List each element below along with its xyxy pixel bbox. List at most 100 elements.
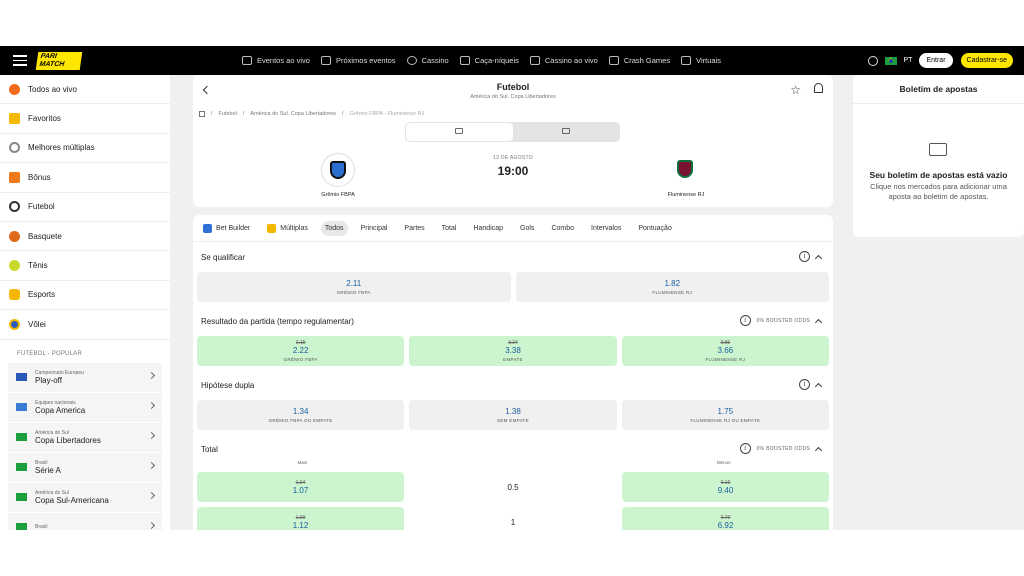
competition-item[interactable]: América do Sul Copa Sul-Americana — [8, 482, 162, 513]
odd-value: 1.82 — [664, 279, 681, 288]
sidebar-item-volleyball[interactable]: Vôlei — [0, 310, 170, 340]
tab-bet-builder[interactable]: Bet Builder — [199, 220, 254, 237]
logo[interactable]: PARI MATCH — [35, 51, 83, 70]
info-icon[interactable]: i — [739, 443, 751, 454]
market-header-total[interactable]: Total i 0% BOOSTED ODDS — [193, 434, 833, 464]
odd-button[interactable]: 2.11 GRÊMIO FBPA — [197, 272, 511, 302]
nav-live[interactable]: Eventos ao vivo — [242, 56, 310, 65]
odd-value: 9.40 — [717, 485, 734, 495]
calendar-icon — [320, 56, 331, 65]
odd-value: 6.92 — [717, 520, 734, 530]
chevron-up-icon[interactable] — [814, 446, 823, 454]
menu-icon[interactable] — [13, 55, 27, 66]
tab-all[interactable]: Todos — [320, 220, 348, 236]
home-icon[interactable] — [199, 111, 205, 117]
stats-icon[interactable] — [562, 128, 570, 134]
tab-handicap[interactable]: Handicap — [469, 221, 507, 236]
tab-total[interactable]: Total — [438, 221, 461, 236]
nav-casino[interactable]: Cassino — [406, 56, 449, 65]
odd-label: FLUMINENSE RJ OU EMPATE — [690, 418, 761, 423]
odd-button-under[interactable]: 9.10 9.40 — [622, 472, 829, 502]
odd-value: 1.75 — [717, 407, 734, 416]
nav-virtuals[interactable]: Virtuais — [681, 56, 721, 65]
virtual-icon — [681, 56, 692, 65]
market-actions: i — [799, 379, 823, 390]
breadcrumb-separator: / — [242, 111, 245, 117]
nav-upcoming[interactable]: Próximos eventos — [320, 56, 396, 65]
market-header-qualify[interactable]: Se qualificar i — [193, 242, 833, 272]
competition-item[interactable]: Brasil Série A — [8, 452, 162, 483]
boosted-odds-label: 0% BOOSTED ODDS — [756, 445, 810, 452]
odd-button[interactable]: 3.27 3.38 EMPATE — [409, 336, 617, 366]
market-header-result[interactable]: Resultado da partida (tempo regulamentar… — [193, 306, 833, 336]
tab-parts[interactable]: Partes — [400, 221, 428, 236]
odd-button-over[interactable]: 1.09 1.12 — [197, 507, 404, 530]
sidebar-item-basketball[interactable]: Basquete — [0, 222, 170, 252]
sport-title: Futebol — [496, 82, 530, 92]
tab-combo[interactable]: Combo — [547, 221, 578, 236]
odd-button[interactable]: 1.34 GRÊMIO FBPA OU EMPATE — [197, 400, 405, 430]
tab-multiples[interactable]: Múltiplas — [263, 220, 312, 237]
nav-label: Cassino ao vivo — [544, 56, 598, 65]
competition-item[interactable]: Equipes nacionais Copa America — [8, 392, 162, 423]
nav-slots[interactable]: Caça-níqueis — [459, 56, 519, 65]
nav-crash-games[interactable]: Crash Games — [608, 56, 670, 65]
sidebar-item-live[interactable]: Todos ao vivo — [0, 75, 170, 105]
market-title: Se qualificar — [201, 252, 246, 262]
odd-button[interactable]: 1.75 FLUMINENSE RJ OU EMPATE — [621, 400, 829, 430]
tab-score[interactable]: Pontuação — [634, 221, 675, 236]
info-icon[interactable]: i — [739, 315, 751, 326]
breadcrumb-item[interactable]: América do Sul. Copa Libertadores — [250, 111, 336, 117]
breadcrumb-separator: / — [211, 111, 213, 117]
favorite-star-icon[interactable]: ☆ — [790, 83, 801, 97]
tab-goals[interactable]: Gols — [516, 221, 538, 236]
header-actions: PT Entrar Cadastrar-se — [867, 46, 1014, 75]
target-icon — [9, 142, 20, 154]
tab-main[interactable]: Principal — [357, 221, 392, 236]
breadcrumb-item[interactable]: Futebol — [219, 111, 237, 117]
scoreboard-icon — [455, 128, 463, 134]
south-america-flag-icon — [16, 433, 27, 442]
odd-button-under[interactable]: 6.70 6.92 — [622, 507, 829, 530]
odd-button[interactable]: 2.15 2.22 GRÊMIO FBPA — [197, 336, 405, 366]
language-label[interactable]: PT — [904, 57, 913, 64]
signup-button[interactable]: Cadastrar-se — [959, 52, 1014, 69]
chevron-right-icon — [147, 521, 156, 529]
sidebar-item-label: Basquete — [28, 231, 62, 241]
odd-button[interactable]: 1.82 FLUMINENSE RJ — [515, 272, 829, 302]
odd-value: 1.38 — [505, 407, 521, 416]
market-header-double-chance[interactable]: Hipótese dupla i — [193, 370, 833, 400]
sidebar-item-esports[interactable]: Esports — [0, 281, 170, 311]
chevron-up-icon[interactable] — [814, 318, 823, 326]
away-team-name: Fluminense RJ — [667, 192, 705, 198]
sidebar-section-title: FUTEBOL - POPULAR — [17, 350, 82, 357]
competition-item[interactable]: América do Sul Copa Libertadores — [8, 422, 162, 453]
home-team-name: Grêmio FBPA — [321, 192, 355, 198]
gamepad-icon — [9, 289, 20, 301]
chevron-up-icon[interactable] — [814, 382, 823, 390]
sidebar-item-football[interactable]: Futebol — [0, 193, 170, 222]
odd-button[interactable]: 3.55 3.66 FLUMINENSE RJ — [621, 336, 829, 366]
odd-button-over[interactable]: 1.04 1.07 — [197, 472, 404, 502]
login-button[interactable]: Entrar — [919, 53, 953, 68]
ticket-icon — [929, 143, 947, 156]
nav-live-casino[interactable]: Cassino ao vivo — [529, 56, 598, 65]
nav-label: Próximos eventos — [335, 56, 396, 65]
odd-value: 1.12 — [292, 520, 309, 530]
competition-item[interactable]: Campeonato Europeu Play-off — [8, 362, 162, 393]
info-icon[interactable]: i — [799, 251, 810, 262]
bell-icon[interactable] — [814, 83, 823, 93]
odd-button[interactable]: 1.38 SEM EMPATE — [409, 400, 617, 430]
tab-intervals[interactable]: Intervalos — [587, 221, 625, 236]
info-icon[interactable]: i — [799, 379, 810, 390]
odd-value: 2.22 — [292, 346, 309, 355]
market-tabs: Bet Builder Múltiplas Todos Principal Pa… — [193, 215, 833, 242]
sidebar-item-favorites[interactable]: Favoritos — [0, 104, 170, 134]
brazil-flag-icon[interactable] — [884, 56, 897, 65]
search-icon[interactable] — [867, 55, 878, 66]
chevron-up-icon[interactable] — [814, 254, 823, 262]
total-line: 1 — [510, 517, 516, 527]
sidebar-item-best-multiples[interactable]: Melhores múltiplas — [0, 134, 170, 164]
sidebar-item-tennis[interactable]: Tênis — [0, 251, 170, 281]
sidebar-item-bonus[interactable]: Bônus — [0, 163, 170, 193]
